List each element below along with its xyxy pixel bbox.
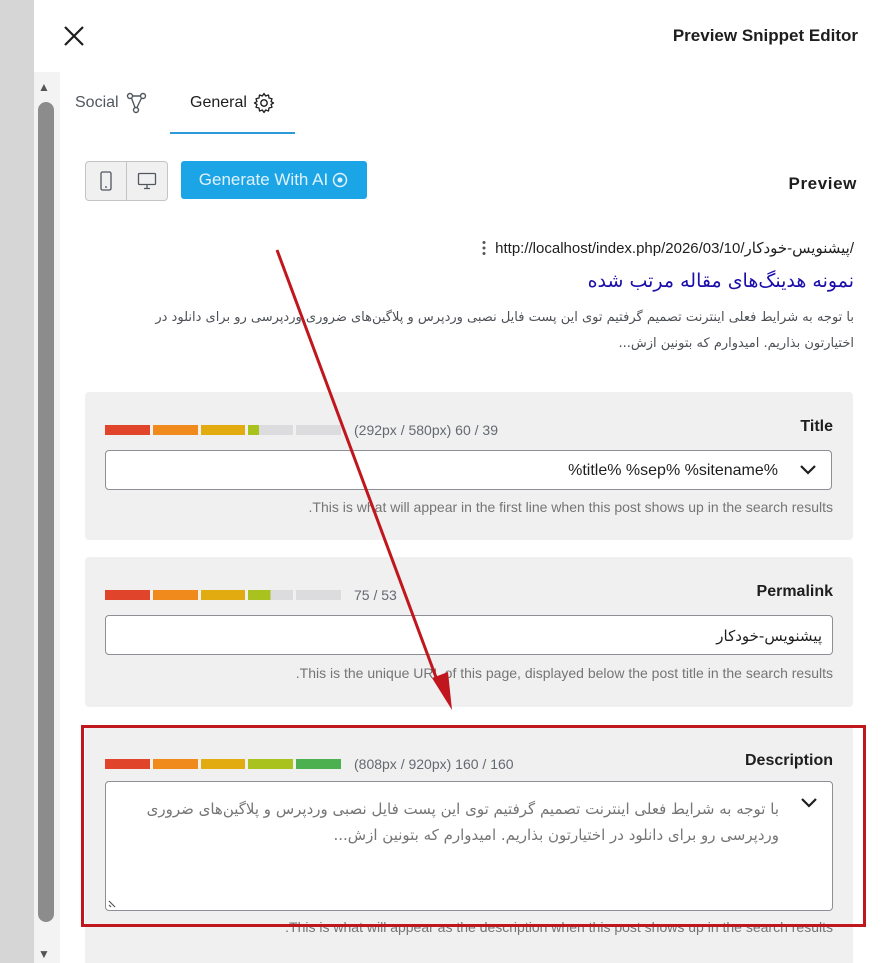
resize-handle-icon[interactable] bbox=[108, 896, 120, 908]
general-tab-content: Generate With AI Preview http://localhos… bbox=[60, 134, 884, 963]
desktop-preview-button[interactable] bbox=[127, 161, 168, 201]
modal-header: Preview Snippet Editor bbox=[34, 0, 884, 73]
description-help-text: .This is what will appear as the descrip… bbox=[285, 919, 833, 935]
backdrop bbox=[0, 0, 34, 963]
progress-segment bbox=[152, 425, 198, 435]
description-textarea-value: با توجه به شرایط فعلی اینترنت تصمیم گرفت… bbox=[146, 800, 779, 844]
chevron-down-icon[interactable] bbox=[799, 463, 817, 477]
device-toggle bbox=[85, 161, 168, 201]
permalink-counter: 75 / 53 bbox=[354, 587, 397, 603]
title-label: Title bbox=[800, 418, 833, 435]
serp-url-row: http://localhost/index.php/2026/03/10/پی… bbox=[481, 239, 854, 257]
progress-segment bbox=[296, 759, 341, 769]
mobile-icon bbox=[100, 171, 112, 191]
progress-segment bbox=[152, 759, 198, 769]
preview-heading: Preview bbox=[788, 174, 857, 193]
progress-segment bbox=[296, 590, 341, 600]
progress-segment bbox=[152, 590, 198, 600]
title-counter: (292px / 580px) 60 / 39 bbox=[354, 422, 498, 438]
tab-general[interactable]: General bbox=[170, 72, 295, 135]
permalink-label: Permalink bbox=[756, 583, 833, 600]
scrollbar[interactable]: ▲ ▼ bbox=[34, 72, 60, 963]
description-progress-bar bbox=[105, 759, 341, 769]
close-icon bbox=[64, 26, 84, 46]
title-help-text: .This is what will appear in the first l… bbox=[308, 499, 833, 515]
gear-icon bbox=[253, 92, 275, 114]
permalink-input-value: پیشنویس-خودکار bbox=[716, 627, 822, 645]
generate-with-ai-button[interactable]: Generate With AI bbox=[181, 161, 367, 199]
permalink-field-panel: Permalink 75 / 53 پیشنویس-خودکار .This i… bbox=[85, 557, 853, 707]
close-button[interactable] bbox=[62, 24, 86, 48]
progress-segment bbox=[248, 425, 294, 435]
permalink-help-text: .This is the unique URL of this page, di… bbox=[295, 665, 833, 681]
chevron-down-icon[interactable] bbox=[800, 796, 818, 810]
preview-snippet-modal: Preview Snippet Editor ▲ ▼ Social Genera… bbox=[34, 0, 884, 963]
serp-description: با توجه به شرایط فعلی اینترنت تصمیم گرفت… bbox=[155, 310, 854, 351]
title-progress-bar bbox=[105, 425, 341, 435]
ai-icon bbox=[332, 172, 348, 188]
desktop-icon bbox=[137, 172, 157, 190]
scrollbar-thumb[interactable] bbox=[38, 102, 54, 922]
generate-with-ai-label: Generate With AI bbox=[198, 170, 329, 189]
progress-segment bbox=[200, 425, 246, 435]
description-label: Description bbox=[744, 752, 833, 769]
share-network-icon bbox=[126, 92, 146, 114]
progress-segment bbox=[296, 425, 341, 435]
tab-social-label: Social bbox=[75, 94, 119, 111]
progress-segment bbox=[248, 759, 294, 769]
modal-title: Preview Snippet Editor bbox=[672, 26, 858, 45]
title-field-panel: Title (292px / 580px) 60 / 39 %title% %s… bbox=[85, 392, 853, 540]
tab-bar: Social General bbox=[60, 72, 884, 135]
description-counter: (808px / 920px) 160 / 160 bbox=[354, 756, 514, 772]
progress-segment bbox=[105, 759, 150, 769]
more-vertical-icon[interactable] bbox=[481, 240, 487, 256]
permalink-input[interactable]: پیشنویس-خودکار bbox=[105, 615, 833, 655]
description-field-panel: Description (808px / 920px) 160 / 160 با… bbox=[85, 726, 853, 963]
scroll-up-icon[interactable]: ▲ bbox=[38, 80, 50, 94]
description-textarea[interactable]: با توجه به شرایط فعلی اینترنت تصمیم گرفت… bbox=[105, 781, 833, 911]
tab-social[interactable]: Social bbox=[75, 72, 147, 134]
serp-title: نمونه هدینگ‌های مقاله مرتب شده bbox=[587, 270, 854, 292]
mobile-preview-button[interactable] bbox=[85, 161, 127, 201]
progress-segment bbox=[248, 590, 294, 600]
scroll-down-icon[interactable]: ▼ bbox=[38, 947, 50, 961]
title-input-value: %title% %sep% %sitename% bbox=[568, 462, 778, 479]
progress-segment bbox=[200, 590, 246, 600]
serp-url: http://localhost/index.php/2026/03/10/پی… bbox=[495, 240, 854, 257]
tab-general-label: General bbox=[190, 94, 247, 111]
title-input[interactable]: %title% %sep% %sitename% bbox=[105, 450, 832, 490]
progress-segment bbox=[105, 425, 150, 435]
permalink-progress-bar bbox=[105, 590, 341, 600]
progress-segment bbox=[200, 759, 246, 769]
progress-segment bbox=[105, 590, 150, 600]
